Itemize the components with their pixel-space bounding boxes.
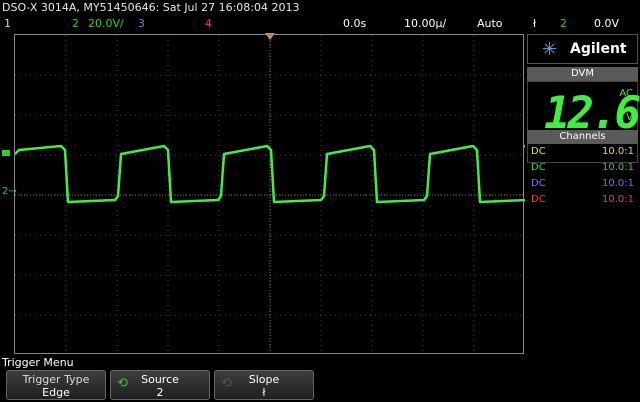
channel-coupling: DC: [531, 194, 546, 205]
channel-probe: 10.0:1: [602, 194, 634, 205]
trigger-source: 2: [560, 17, 567, 30]
softkey-value: 2: [156, 386, 164, 399]
softkey-value: ł: [262, 386, 266, 399]
channel-coupling: DC: [531, 146, 546, 157]
slope-softkey[interactable]: ⟲ Slope ł: [214, 370, 314, 400]
status-bar: 1 2 20.0V/ 3 4 0.0s 10.00µ/ Auto ł 2 0.0…: [0, 16, 640, 32]
channel-row-3[interactable]: DC 10.0:1: [527, 176, 638, 192]
side-panel: ✳ Agilent DVM 12.6 AC V Channels DC 10.0…: [527, 34, 640, 354]
channel-2-scale: 20.0V/: [88, 17, 124, 30]
menu-title: Trigger Menu: [2, 356, 74, 369]
channel-probe: 10.0:1: [602, 162, 634, 173]
channel-row-1[interactable]: DC 10.0:1: [527, 144, 638, 160]
channels-list: DC 10.0:1 DC 10.0:1 DC 10.0:1 DC 10.0:1: [527, 144, 638, 208]
channels-header: Channels: [527, 130, 638, 144]
channel-4-indicator[interactable]: 4: [205, 17, 212, 30]
channel-row-4[interactable]: DC 10.0:1: [527, 192, 638, 208]
channel-2-ground-marker-icon[interactable]: 2→: [2, 186, 17, 197]
window-title: DSO-X 3014A, MY51450646: Sat Jul 27 16:0…: [2, 1, 300, 14]
trigger-type-softkey[interactable]: Trigger Type Edge: [6, 370, 106, 400]
acquisition-mode: Auto: [477, 17, 503, 30]
channel-coupling: DC: [531, 162, 546, 173]
trigger-level-marker-icon[interactable]: [2, 150, 10, 156]
logo: ✳ Agilent: [527, 34, 638, 64]
channel-row-2[interactable]: DC 10.0:1: [527, 160, 638, 176]
horizontal-delay: 0.0s: [343, 17, 367, 30]
channel-2-indicator[interactable]: 2: [72, 17, 79, 30]
softkey-label: Slope: [248, 373, 280, 386]
channel-probe: 10.0:1: [602, 146, 634, 157]
waveform-graticule[interactable]: [14, 34, 525, 355]
channel-3-indicator[interactable]: 3: [138, 17, 145, 30]
channel-probe: 10.0:1: [602, 178, 634, 189]
softkey-label: Trigger Type: [22, 373, 90, 386]
agilent-starburst-icon: ✳: [542, 39, 558, 60]
logo-text: Agilent: [570, 41, 627, 57]
dvm-header: DVM: [527, 67, 638, 81]
trigger-slope-icon: ł: [533, 17, 537, 30]
softkey-label: Source: [141, 373, 179, 386]
graticule-svg: [15, 35, 525, 355]
dvm-unit: V: [626, 112, 633, 123]
source-softkey[interactable]: ⟲ Source 2: [110, 370, 210, 400]
dvm-mode: AC: [619, 88, 633, 99]
trigger-level: 0.0V: [594, 17, 620, 30]
timebase-scale: 10.00µ/: [404, 17, 447, 30]
softkey-value: Edge: [42, 386, 70, 399]
channel-1-indicator[interactable]: 1: [4, 17, 11, 30]
channel-coupling: DC: [531, 178, 546, 189]
